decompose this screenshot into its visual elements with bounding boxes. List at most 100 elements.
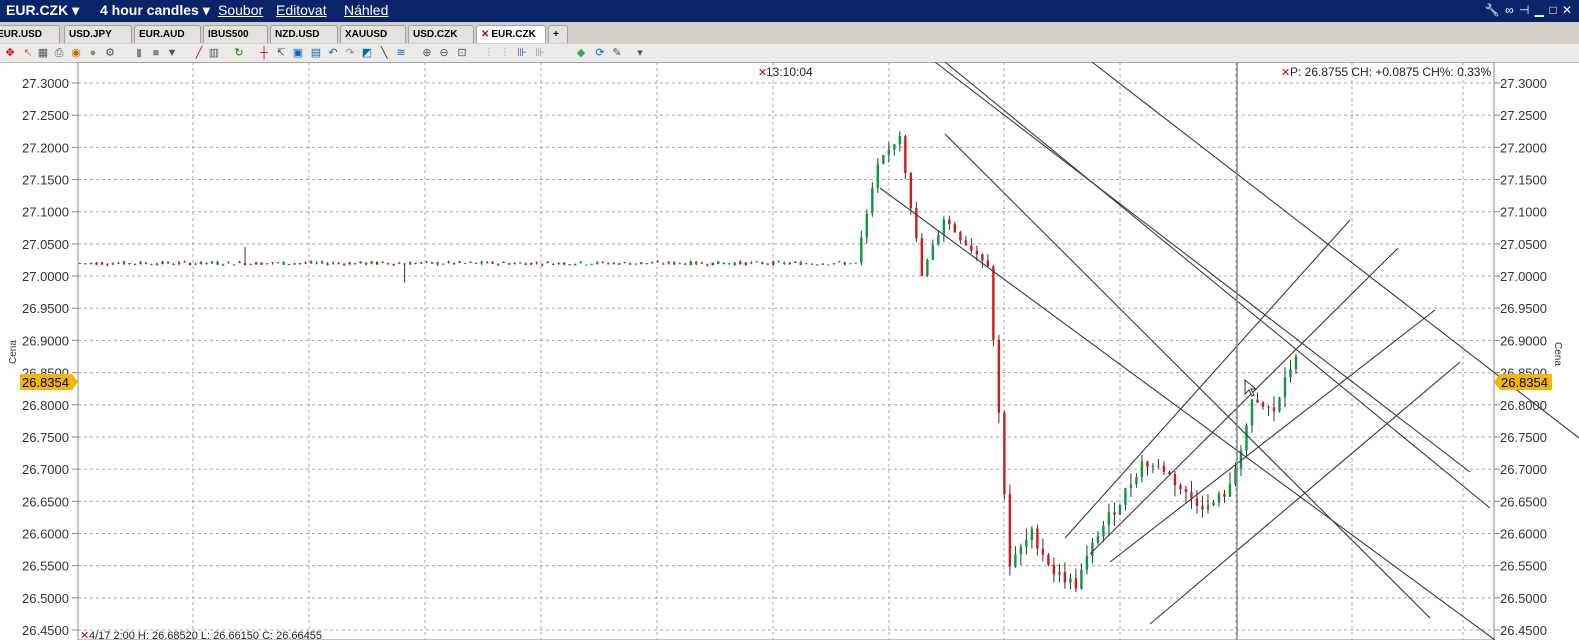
palette-icon[interactable]: ◉ xyxy=(70,47,82,59)
candle-body xyxy=(1003,412,1006,494)
candle-body xyxy=(188,262,192,266)
tab-xauusd[interactable]: XAUUSD xyxy=(340,25,406,43)
order4-icon[interactable]: ⊪ xyxy=(534,47,546,59)
candle-body xyxy=(276,262,280,264)
zoom-out-icon[interactable]: ⊖ xyxy=(438,47,450,59)
candle-body xyxy=(496,263,500,265)
candle-body xyxy=(144,262,148,264)
candle-body xyxy=(430,262,434,264)
tab-eur-aud[interactable]: EUR.AUD xyxy=(134,25,201,43)
candle-body xyxy=(227,261,230,263)
bar-icon[interactable]: ▮ xyxy=(133,47,145,59)
tab-usd-jpy[interactable]: USD.JPY xyxy=(64,25,132,43)
grid-icon[interactable]: ▦ xyxy=(37,47,49,59)
candle-body xyxy=(634,263,637,265)
y-tick-label-left: 27.0000 xyxy=(22,269,69,284)
maximize-icon[interactable]: □ xyxy=(1549,3,1557,17)
tab-usd-czk[interactable]: USD.CZK xyxy=(408,25,474,43)
zoom-in-icon[interactable]: ⊕ xyxy=(421,47,433,59)
period-selector[interactable]: 4 hour candles ▾ xyxy=(100,2,210,19)
pin-icon[interactable]: ⊣ xyxy=(1519,3,1530,17)
candle-body xyxy=(89,262,93,264)
settings-icon[interactable]: ⚙ xyxy=(104,47,116,59)
candle-body xyxy=(320,261,324,264)
candle-body xyxy=(480,261,483,264)
link-icon[interactable]: ∞ xyxy=(1505,3,1515,17)
candle-body xyxy=(673,262,676,265)
y-axis-left: 27.3000 27.2500 27.2000 27.1500 27.1000 27.05… xyxy=(22,76,78,638)
y-tick-label-left: 26.8000 xyxy=(22,398,69,413)
wrench-icon[interactable]: 🔧 xyxy=(1485,3,1501,17)
undo-icon[interactable]: ↶ xyxy=(327,47,339,59)
close-icon[interactable]: ✕ xyxy=(1562,3,1573,17)
tab-nzd-usd[interactable]: NZD.USD xyxy=(270,25,338,43)
candle-body xyxy=(629,263,632,265)
more-icon[interactable]: ▾ xyxy=(634,47,646,59)
order2-icon[interactable]: ⫶ xyxy=(499,47,511,59)
candle-body xyxy=(838,261,841,263)
crosshair-add-icon[interactable]: ┼ xyxy=(258,47,270,59)
trendlines[interactable] xyxy=(879,62,1579,640)
ohlc-close-icon[interactable]: ✕ xyxy=(80,630,89,640)
fib-icon[interactable]: ≋ xyxy=(395,47,407,59)
box2-icon[interactable]: ▤ xyxy=(310,47,322,59)
redo-icon[interactable]: ↷ xyxy=(344,47,356,59)
candle-body xyxy=(915,208,918,239)
chart-area[interactable]: 27.3000 27.2500 27.2000 27.1500 27.1000 27.05… xyxy=(0,62,1579,640)
ray-icon[interactable]: ╲ xyxy=(378,47,390,59)
tab-eur-usd[interactable]: EUR.USD xyxy=(0,25,60,43)
y-tick-label-left: 27.1000 xyxy=(22,205,69,220)
chart-icon[interactable]: ◩ xyxy=(361,47,373,59)
candle-body xyxy=(452,262,456,265)
window-controls[interactable]: 🔧 ∞ ⊣ ▁ □ ✕ xyxy=(1485,3,1573,17)
menu-file[interactable]: Soubor xyxy=(218,2,263,18)
candle-body xyxy=(1250,399,1254,426)
order3-icon[interactable]: ⊪ xyxy=(516,47,528,59)
candle-body xyxy=(540,264,544,266)
candle-body xyxy=(772,261,775,266)
tab-ibus500[interactable]: IBUS500 xyxy=(203,25,268,43)
candle-body xyxy=(843,262,847,265)
bars-icon[interactable]: ▥ xyxy=(208,47,220,59)
pencil-icon[interactable]: ╱ xyxy=(193,47,205,59)
crosshair-icon[interactable]: ✥ xyxy=(4,47,16,59)
tab-eur-czk[interactable]: ✕ EUR.CZK xyxy=(476,25,546,43)
minimize-icon[interactable]: ▁ xyxy=(1535,3,1545,17)
print-icon[interactable]: ⎙ xyxy=(53,47,65,59)
candle-body xyxy=(590,263,593,265)
candle-body xyxy=(711,262,714,266)
tab-close-icon[interactable]: ✕ xyxy=(481,29,489,40)
candle-body xyxy=(265,263,269,265)
order-icon[interactable]: ⫶ xyxy=(483,47,495,59)
cursor-line-icon[interactable]: ↸ xyxy=(275,47,287,59)
sync-icon[interactable]: ⟳ xyxy=(594,47,606,59)
cursor-icon[interactable]: ↖ xyxy=(22,47,34,59)
add-tab-button[interactable]: + xyxy=(548,25,568,43)
candle-body xyxy=(728,263,731,265)
menu-edit[interactable]: Editovat xyxy=(276,2,327,18)
candle-body xyxy=(766,263,769,265)
wrench-icon[interactable]: ✎ xyxy=(611,47,623,59)
candle-body xyxy=(1135,477,1138,485)
candle-body xyxy=(1173,474,1177,486)
refresh-icon[interactable]: ↻ xyxy=(233,47,245,59)
price-info-close-icon[interactable]: ✕ xyxy=(1281,67,1290,79)
candle-body xyxy=(816,264,819,266)
candle-body xyxy=(585,264,588,266)
menu-view[interactable]: Náhled xyxy=(344,2,388,18)
candle-body xyxy=(106,264,109,266)
dropdown-icon[interactable]: ▼ xyxy=(166,47,178,59)
circle-icon[interactable]: ● xyxy=(87,47,99,59)
candle-body xyxy=(232,264,236,266)
symbol-selector[interactable]: EUR.CZK ▾ xyxy=(6,2,79,19)
candle-body xyxy=(887,149,891,155)
candle-body xyxy=(678,262,681,264)
candle-body xyxy=(1041,548,1045,555)
zoom-fit-icon[interactable]: ⊡ xyxy=(456,47,468,59)
square-icon[interactable]: ■ xyxy=(150,47,162,59)
box-icon[interactable]: ▣ xyxy=(292,47,304,59)
globe-icon[interactable]: ◆ xyxy=(575,47,587,59)
candle-body xyxy=(1058,572,1061,575)
candle-body xyxy=(948,219,951,225)
candle-body xyxy=(695,261,698,265)
